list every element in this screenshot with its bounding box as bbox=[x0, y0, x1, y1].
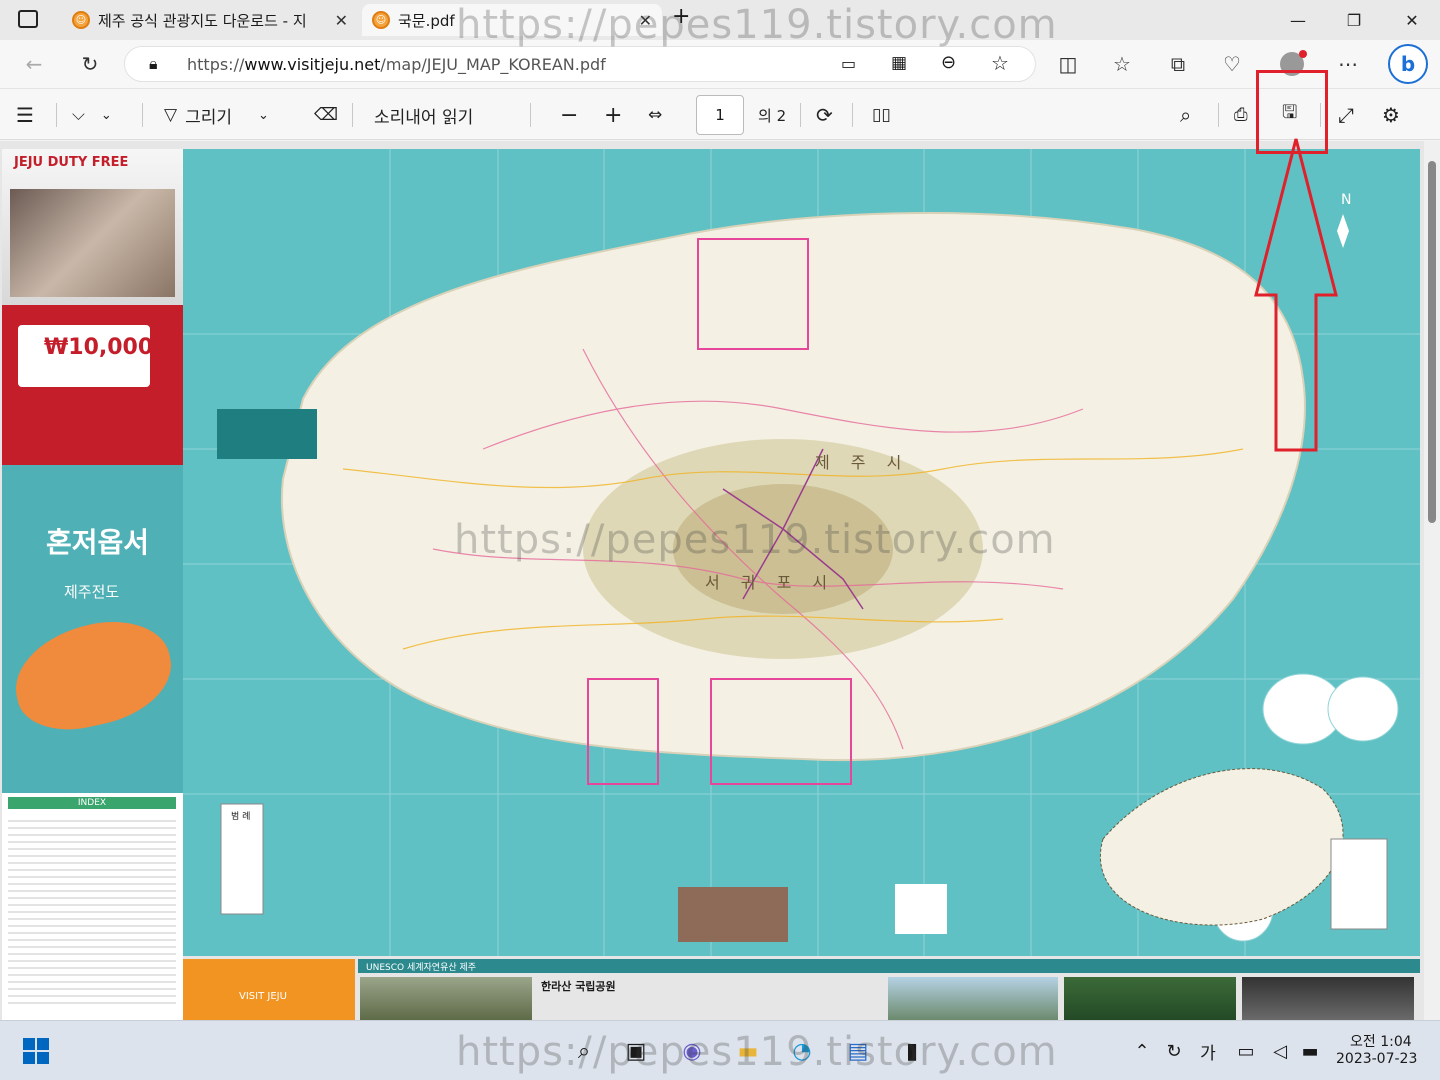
minimize-button[interactable]: — bbox=[1270, 0, 1326, 40]
refresh-icon[interactable]: ↻ bbox=[72, 46, 108, 82]
close-window-button[interactable]: ✕ bbox=[1384, 0, 1440, 40]
clock-date[interactable]: 2023-07-23 bbox=[1336, 1051, 1417, 1067]
lock-icon[interactable]: 🔒︎ bbox=[149, 54, 158, 74]
windows-taskbar: ⌕ ▣ ◉ ▬ ◔ ▤ ▮ https://pepes119.tistory.c… bbox=[0, 1020, 1440, 1080]
print-icon[interactable]: ⎙ bbox=[1234, 97, 1248, 133]
index-header: INDEX bbox=[8, 797, 176, 809]
unesco-label: UNESCO 세계자연유산 제주 bbox=[366, 963, 477, 973]
tab-actions-icon[interactable] bbox=[18, 10, 38, 28]
hallasan-label: 한라산 국립공원 bbox=[541, 980, 616, 993]
page-view-icon[interactable]: ▯▯ bbox=[872, 97, 891, 133]
pen-icon: ▽ bbox=[164, 105, 178, 125]
pdf-toolbar: ☰ ⌵ ⌄ ▽ 그리기 ⌄ ⌫ 소리내어 읽기 − + ⇔ 1 의 2 ⟳ ▯▯… bbox=[0, 88, 1440, 140]
chevron-down-icon[interactable]: ⌄ bbox=[101, 108, 112, 123]
cover-subtitle: 제주전도 bbox=[64, 583, 120, 601]
highlight-icon[interactable]: ⌵ ⌄ bbox=[72, 97, 112, 133]
favorites-icon[interactable]: ☆ bbox=[1104, 46, 1140, 82]
map-sidebar-panel: JEJU DUTY FREE ₩10,000 혼저옵서 제주전도 INDEX bbox=[2, 149, 183, 1020]
coupon-card: ₩10,000 bbox=[18, 325, 154, 387]
duty-free-ad: JEJU DUTY FREE bbox=[2, 149, 183, 305]
coupon-value: ₩10,000 bbox=[44, 335, 154, 360]
start-windows-icon[interactable] bbox=[18, 1033, 54, 1069]
index-panel: INDEX bbox=[2, 793, 183, 1020]
island-illustration bbox=[5, 609, 181, 741]
eraser-icon[interactable]: ⌫ bbox=[314, 97, 338, 133]
index-text-block bbox=[8, 815, 176, 1005]
seogwipo-city-label: 서 귀 포 시 bbox=[705, 573, 836, 592]
zoom-in-button[interactable]: + bbox=[604, 97, 622, 133]
draw-label: 그리기 bbox=[185, 107, 232, 128]
chevron-down-icon[interactable]: ⌄ bbox=[258, 108, 269, 123]
rotate-icon[interactable]: ⟳ bbox=[816, 97, 833, 133]
visit-jeju-label: VISIT JEJU bbox=[239, 991, 287, 1002]
qr-code-icon[interactable]: ▦ bbox=[891, 53, 907, 73]
url-text[interactable]: https://www.visitjeju.net/map/JEJU_MAP_K… bbox=[187, 55, 606, 74]
photo-strip bbox=[360, 977, 532, 1020]
more-options-icon[interactable]: ⋯ bbox=[1330, 46, 1366, 82]
divider bbox=[852, 103, 853, 127]
tab-title: 제주 공식 관광지도 다운로드 - 지 bbox=[98, 11, 307, 30]
coupon-ad: ₩10,000 bbox=[2, 305, 183, 465]
pdf-viewport[interactable]: JEJU DUTY FREE ₩10,000 혼저옵서 제주전도 INDEX N… bbox=[0, 141, 1440, 1020]
divider bbox=[800, 103, 801, 127]
clock-time[interactable]: 오전 1:04 bbox=[1350, 1031, 1412, 1051]
duty-free-photo bbox=[10, 189, 175, 297]
tab-title: 국문.pdf bbox=[398, 11, 455, 30]
photo-strip bbox=[1064, 977, 1236, 1020]
cover-panel: 혼저옵서 제주전도 bbox=[2, 465, 183, 793]
maximize-button[interactable]: ❐ bbox=[1326, 0, 1382, 40]
duty-free-label: JEJU DUTY FREE bbox=[14, 155, 129, 170]
tab-visitjeju[interactable]: ☺ 제주 공식 관광지도 다운로드 - 지 ✕ bbox=[62, 4, 358, 36]
zoom-icon[interactable]: ⊖ bbox=[941, 52, 956, 73]
network-icon[interactable]: ▭ bbox=[1228, 1033, 1264, 1069]
legend-title: 범 례 bbox=[231, 812, 251, 822]
fit-to-width-icon[interactable]: ⇔ bbox=[648, 97, 662, 133]
scrollbar-thumb[interactable] bbox=[1428, 161, 1436, 523]
chevron-up-icon[interactable]: ⌃ bbox=[1124, 1033, 1160, 1069]
jeju-city-label: 제 주 시 bbox=[815, 453, 910, 472]
page-number-input[interactable]: 1 bbox=[696, 95, 744, 135]
divider bbox=[142, 103, 143, 127]
draw-button[interactable]: ▽ 그리기 ⌄ bbox=[164, 97, 269, 133]
divider bbox=[352, 103, 353, 127]
read-aloud-button[interactable]: 소리내어 읽기 bbox=[374, 97, 473, 133]
ime-indicator[interactable]: 가 bbox=[1190, 1033, 1226, 1069]
collections-icon[interactable]: ⧉ bbox=[1160, 46, 1196, 82]
contents-icon[interactable]: ☰ bbox=[16, 97, 34, 133]
battery-icon[interactable]: ▬ bbox=[1292, 1033, 1328, 1069]
svg-text:N: N bbox=[1341, 192, 1351, 208]
bing-copilot-icon[interactable]: b bbox=[1388, 44, 1428, 84]
watermark-text: https://pepes119.tistory.com bbox=[456, 1029, 1058, 1075]
visitjeju-favicon-icon: ☺ bbox=[72, 11, 90, 29]
zoom-out-button[interactable]: − bbox=[560, 97, 578, 133]
divider bbox=[530, 103, 531, 127]
unesco-banner: UNESCO 세계자연유산 제주 bbox=[358, 959, 1420, 973]
split-screen-icon[interactable]: ◫ bbox=[1050, 46, 1086, 82]
photo-strip bbox=[888, 977, 1058, 1020]
visit-jeju-banner: VISIT JEJU bbox=[183, 959, 355, 1020]
highlight-arrow bbox=[1254, 138, 1338, 452]
browser-essentials-icon[interactable]: ♡ bbox=[1214, 46, 1250, 82]
settings-gear-icon[interactable]: ⚙ bbox=[1382, 97, 1400, 133]
photo-strip bbox=[1242, 977, 1414, 1020]
watermark-text: https://pepes119.tistory.com bbox=[454, 517, 1056, 563]
search-icon[interactable]: ⌕ bbox=[1180, 97, 1191, 133]
full-screen-icon[interactable]: ⤢ bbox=[1338, 97, 1354, 133]
watermark-text: https://pepes119.tistory.com bbox=[456, 2, 1058, 48]
close-tab-icon[interactable]: ✕ bbox=[335, 11, 348, 30]
back-arrow-icon[interactable]: ← bbox=[16, 46, 52, 82]
visitjeju-favicon-icon: ☺ bbox=[372, 11, 390, 29]
address-bar[interactable]: 🔒︎ https://www.visitjeju.net/map/JEJU_MA… bbox=[124, 46, 1036, 82]
favorite-star-icon[interactable]: ☆ bbox=[991, 51, 1009, 75]
sync-icon[interactable]: ↻ bbox=[1156, 1033, 1192, 1069]
app-available-icon[interactable]: ▭ bbox=[841, 54, 856, 73]
page-total: 의 2 bbox=[758, 106, 787, 125]
divider bbox=[1218, 103, 1219, 127]
divider bbox=[56, 103, 57, 127]
cover-title: 혼저옵서 bbox=[46, 526, 150, 559]
